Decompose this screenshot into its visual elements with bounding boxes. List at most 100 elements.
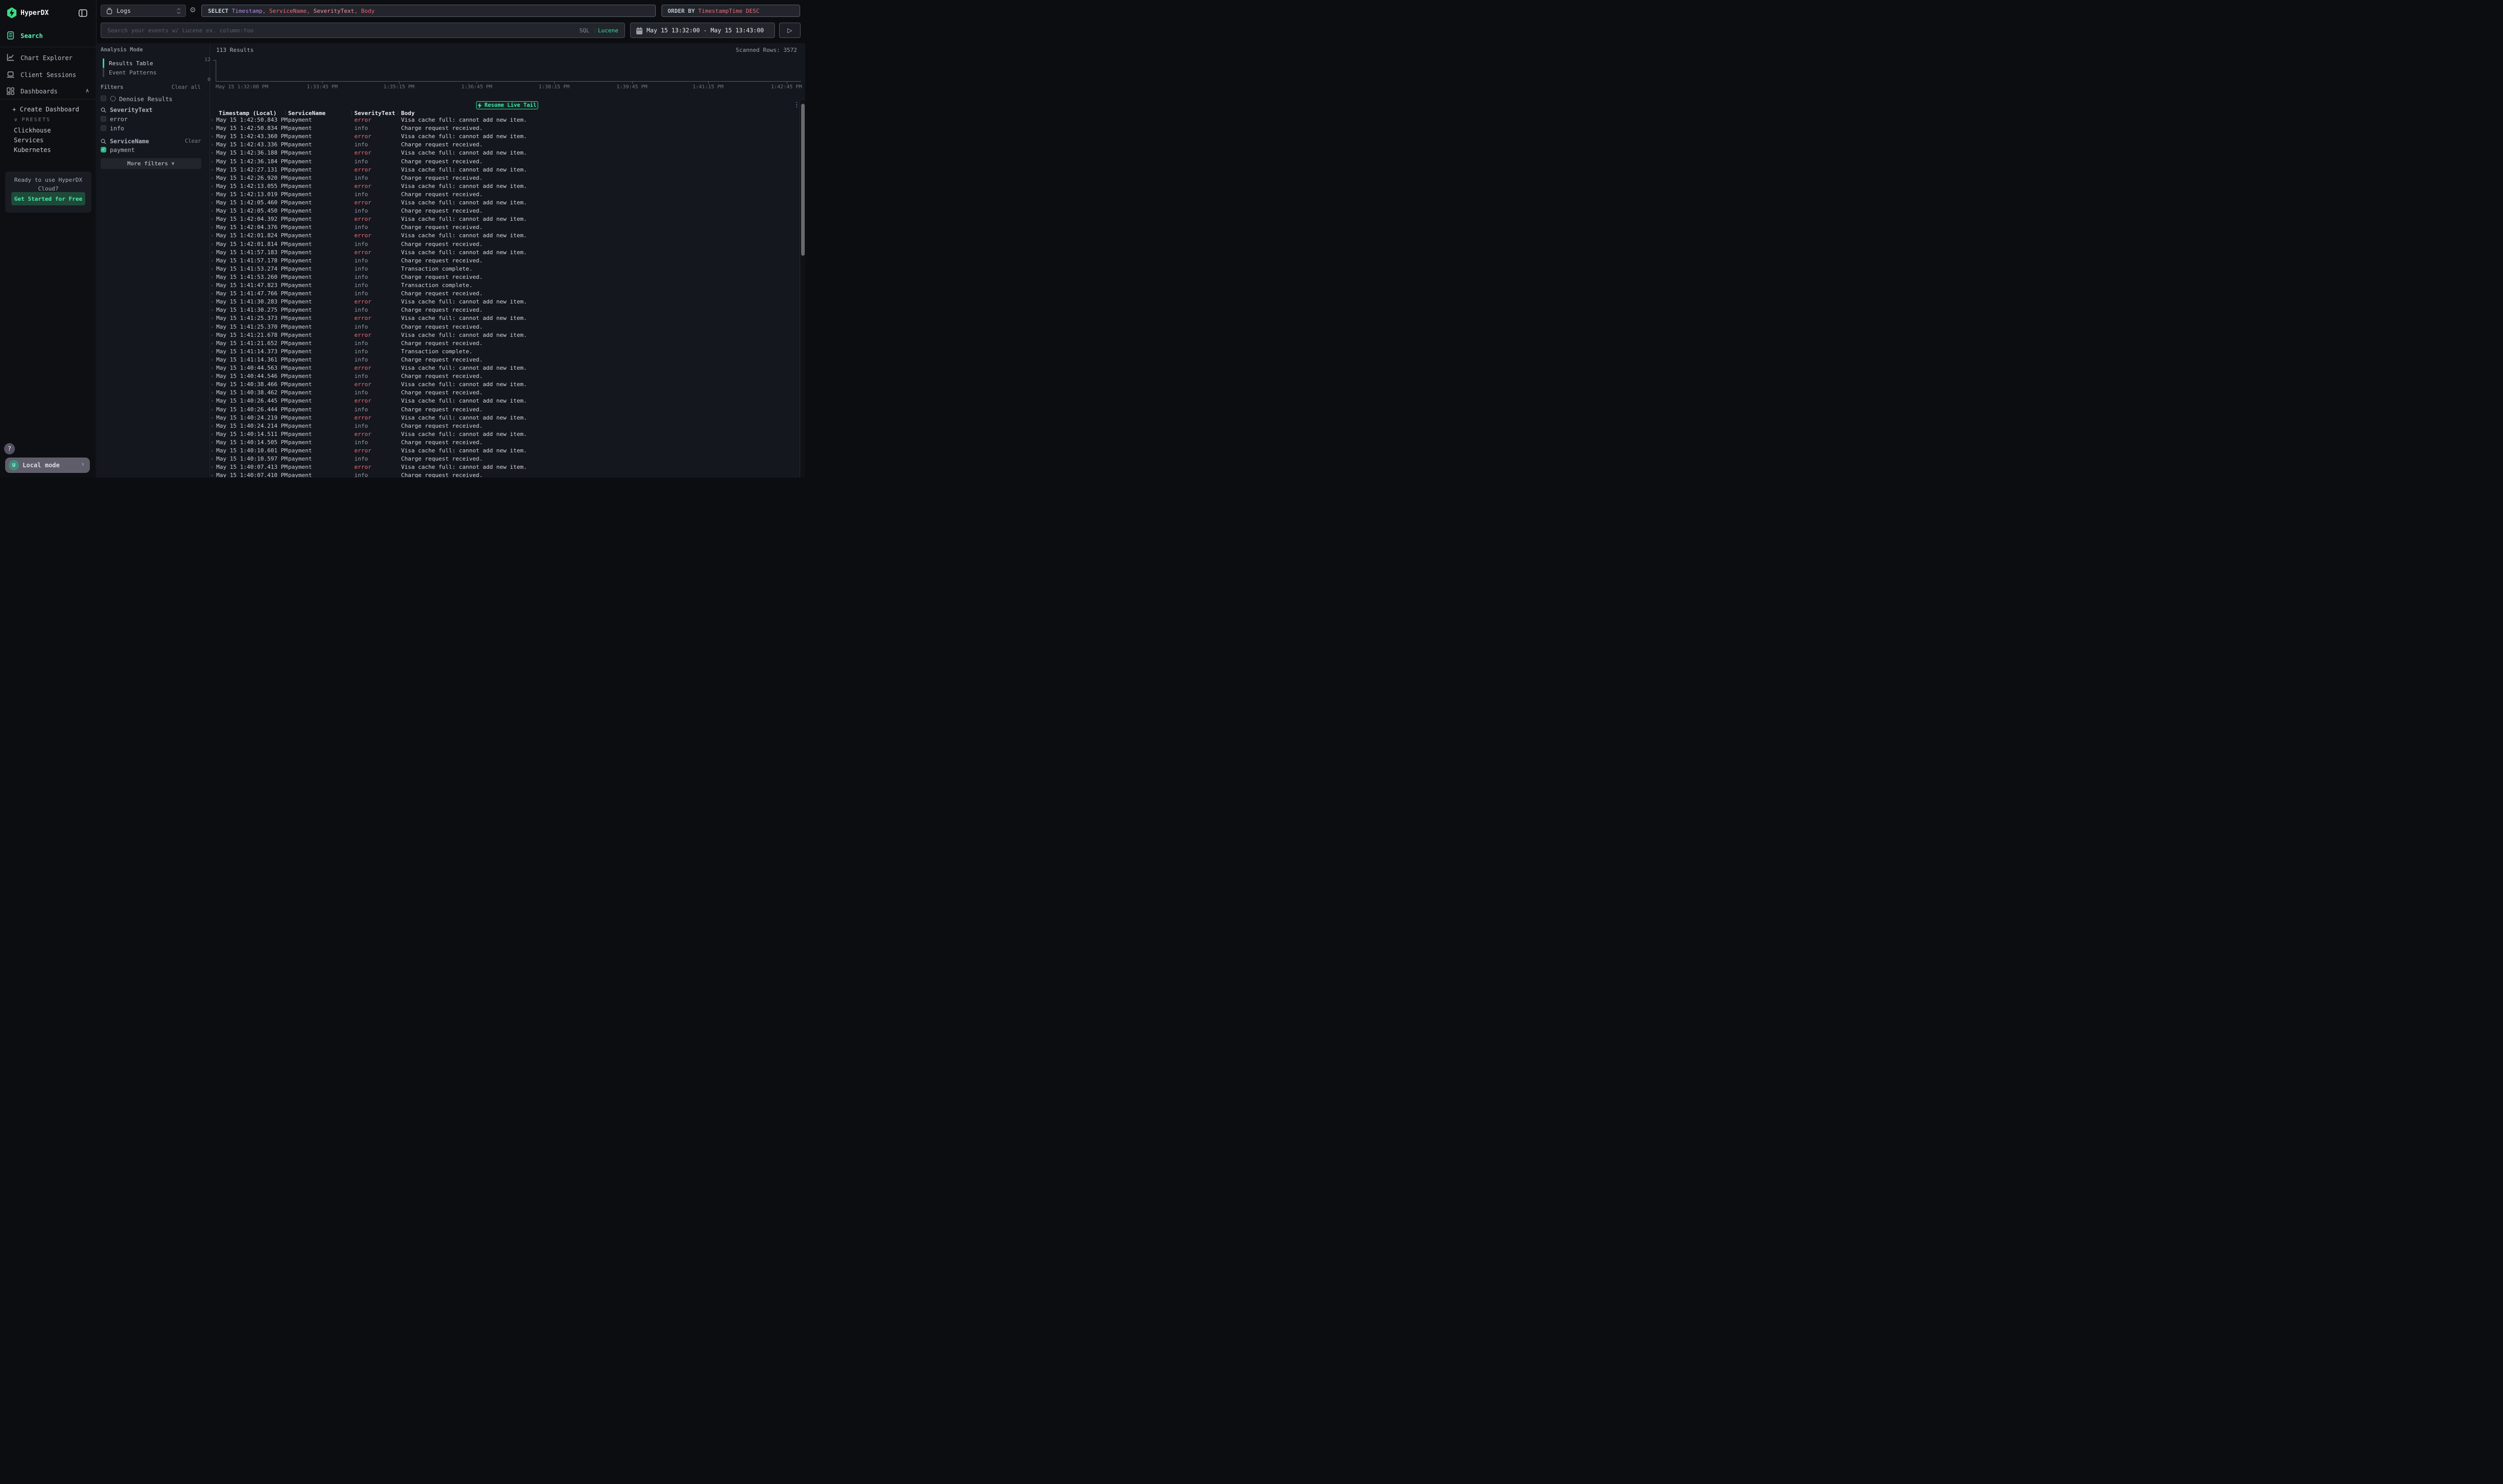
source-select[interactable]: Logs	[101, 5, 186, 17]
mode-event-patterns[interactable]: Event Patterns	[109, 69, 157, 76]
run-query-button[interactable]: ▷	[779, 23, 801, 38]
search-filter-icon[interactable]	[101, 139, 106, 144]
row-expand-chevron-icon[interactable]: ›	[211, 158, 213, 165]
row-expand-chevron-icon[interactable]: ›	[211, 117, 213, 123]
row-expand-chevron-icon[interactable]: ›	[211, 282, 213, 289]
column-separator[interactable]: ⋮	[283, 110, 288, 116]
filter-checkbox-error[interactable]	[101, 116, 106, 122]
table-row[interactable]: ›May 15 1:41:14.361 PMpaymentinfoCharge …	[210, 356, 800, 365]
row-expand-chevron-icon[interactable]: ›	[211, 125, 213, 131]
mode-results-table[interactable]: Results Table	[109, 60, 153, 67]
table-row[interactable]: ›May 15 1:42:04.376 PMpaymentinfoCharge …	[210, 224, 800, 232]
row-expand-chevron-icon[interactable]: ›	[211, 224, 213, 231]
sql-select-input[interactable]: SELECT Timestamp, ServiceName, SeverityT…	[201, 5, 656, 17]
row-expand-chevron-icon[interactable]: ›	[211, 348, 213, 355]
row-expand-chevron-icon[interactable]: ›	[211, 307, 213, 313]
row-expand-chevron-icon[interactable]: ›	[211, 191, 213, 198]
column-header-body[interactable]: Body	[401, 110, 415, 117]
resume-live-tail-button[interactable]: Resume Live Tail	[476, 101, 538, 109]
row-expand-chevron-icon[interactable]: ›	[211, 332, 213, 338]
table-row[interactable]: ›May 15 1:42:27.131 PMpaymenterrorVisa c…	[210, 166, 800, 175]
vertical-scrollbar[interactable]	[800, 101, 805, 478]
row-expand-chevron-icon[interactable]: ›	[211, 455, 213, 462]
presets-header[interactable]: ∨ PRESETS	[14, 117, 51, 123]
table-row[interactable]: ›May 15 1:42:36.188 PMpaymenterrorVisa c…	[210, 149, 800, 158]
table-row[interactable]: ›May 15 1:42:13.055 PMpaymenterrorVisa c…	[210, 183, 800, 191]
table-row[interactable]: ›May 15 1:42:05.450 PMpaymentinfoCharge …	[210, 207, 800, 216]
row-expand-chevron-icon[interactable]: ›	[211, 166, 213, 173]
time-range-input[interactable]: May 15 13:32:00 - May 15 13:43:00	[630, 23, 775, 38]
search-input[interactable]: Search your events w/ Lucene ex. column:…	[101, 23, 625, 38]
clear-servicename-link[interactable]: Clear	[185, 138, 201, 144]
table-row[interactable]: ›May 15 1:40:38.462 PMpaymentinfoCharge …	[210, 389, 800, 397]
table-row[interactable]: ›May 15 1:42:26.920 PMpaymentinfoCharge …	[210, 175, 800, 183]
table-row[interactable]: ›May 15 1:41:53.274 PMpaymentinfoTransac…	[210, 265, 800, 274]
row-expand-chevron-icon[interactable]: ›	[211, 298, 213, 305]
table-row[interactable]: ›May 15 1:41:30.283 PMpaymenterrorVisa c…	[210, 298, 800, 307]
row-expand-chevron-icon[interactable]: ›	[211, 423, 213, 429]
filter-checkbox-info[interactable]	[101, 125, 106, 131]
row-expand-chevron-icon[interactable]: ›	[211, 232, 213, 239]
row-expand-chevron-icon[interactable]: ›	[211, 216, 213, 222]
row-expand-chevron-icon[interactable]: ›	[211, 406, 213, 413]
table-row[interactable]: ›May 15 1:40:07.413 PMpaymenterrorVisa c…	[210, 464, 800, 472]
sidebar-item-dashboards[interactable]: Dashboards ∧	[0, 85, 97, 98]
row-expand-chevron-icon[interactable]: ›	[211, 397, 213, 404]
table-row[interactable]: ›May 15 1:42:13.019 PMpaymentinfoCharge …	[210, 191, 800, 199]
table-row[interactable]: ›May 15 1:41:53.260 PMpaymentinfoCharge …	[210, 274, 800, 282]
lucene-mode-toggle[interactable]: Lucene	[598, 27, 618, 34]
get-started-button[interactable]: Get Started for Free	[11, 192, 85, 205]
sidebar-item-chart-explorer[interactable]: Chart Explorer	[0, 51, 97, 65]
sidebar-item-search[interactable]: Search	[0, 30, 97, 44]
row-expand-chevron-icon[interactable]: ›	[211, 133, 213, 140]
table-row[interactable]: ›May 15 1:40:38.466 PMpaymenterrorVisa c…	[210, 381, 800, 389]
row-expand-chevron-icon[interactable]: ›	[211, 381, 213, 388]
table-row[interactable]: ›May 15 1:41:21.678 PMpaymenterrorVisa c…	[210, 332, 800, 340]
row-expand-chevron-icon[interactable]: ›	[211, 365, 213, 371]
row-expand-chevron-icon[interactable]: ›	[211, 199, 213, 206]
table-row[interactable]: ›May 15 1:41:47.823 PMpaymentinfoTransac…	[210, 282, 800, 290]
column-header-servicename[interactable]: ServiceName	[288, 110, 326, 117]
table-row[interactable]: ›May 15 1:42:36.184 PMpaymentinfoCharge …	[210, 158, 800, 166]
table-row[interactable]: ›May 15 1:41:47.766 PMpaymentinfoCharge …	[210, 290, 800, 298]
row-expand-chevron-icon[interactable]: ›	[211, 290, 213, 297]
table-row[interactable]: ›May 15 1:40:07.410 PMpaymentinfoCharge …	[210, 472, 800, 478]
row-expand-chevron-icon[interactable]: ›	[211, 356, 213, 363]
search-filter-icon[interactable]	[101, 107, 106, 113]
row-expand-chevron-icon[interactable]: ›	[211, 431, 213, 437]
table-row[interactable]: ›May 15 1:42:50.843 PMpaymenterrorVisa c…	[210, 117, 800, 125]
help-button[interactable]: ?	[4, 443, 15, 454]
table-row[interactable]: ›May 15 1:41:57.178 PMpaymentinfoCharge …	[210, 257, 800, 265]
gear-icon[interactable]: ⚙	[189, 6, 196, 14]
table-row[interactable]: ›May 15 1:42:05.460 PMpaymenterrorVisa c…	[210, 199, 800, 207]
local-mode-button[interactable]: U Local mode ›	[5, 458, 90, 473]
table-row[interactable]: ›May 15 1:42:43.360 PMpaymenterrorVisa c…	[210, 133, 800, 141]
row-expand-chevron-icon[interactable]: ›	[211, 439, 213, 446]
table-row[interactable]: ›May 15 1:40:10.597 PMpaymentinfoCharge …	[210, 455, 800, 464]
sidebar-collapse-icon[interactable]	[79, 9, 87, 17]
table-row[interactable]: ›May 15 1:42:50.834 PMpaymentinfoCharge …	[210, 125, 800, 133]
table-row[interactable]: ›May 15 1:40:26.445 PMpaymenterrorVisa c…	[210, 397, 800, 406]
row-expand-chevron-icon[interactable]: ›	[211, 447, 213, 454]
row-expand-chevron-icon[interactable]: ›	[211, 315, 213, 321]
row-expand-chevron-icon[interactable]: ›	[211, 274, 213, 280]
table-row[interactable]: ›May 15 1:41:25.373 PMpaymenterrorVisa c…	[210, 315, 800, 323]
table-row[interactable]: ›May 15 1:42:43.336 PMpaymentinfoCharge …	[210, 141, 800, 149]
table-row[interactable]: ›May 15 1:40:24.214 PMpaymentinfoCharge …	[210, 423, 800, 431]
table-row[interactable]: ›May 15 1:41:21.652 PMpaymentinfoCharge …	[210, 340, 800, 348]
filter-option-error[interactable]: error	[110, 116, 128, 123]
table-row[interactable]: ›May 15 1:40:26.444 PMpaymentinfoCharge …	[210, 406, 800, 414]
row-expand-chevron-icon[interactable]: ›	[211, 464, 213, 470]
order-by-input[interactable]: ORDER BY TimestampTime DESC	[661, 5, 800, 17]
table-row[interactable]: ›May 15 1:42:04.392 PMpaymenterrorVisa c…	[210, 216, 800, 224]
create-dashboard-link[interactable]: + Create Dashboard	[12, 106, 79, 113]
row-expand-chevron-icon[interactable]: ›	[211, 324, 213, 330]
row-expand-chevron-icon[interactable]: ›	[211, 472, 213, 478]
row-expand-chevron-icon[interactable]: ›	[211, 175, 213, 181]
row-expand-chevron-icon[interactable]: ›	[211, 340, 213, 347]
row-expand-chevron-icon[interactable]: ›	[211, 149, 213, 156]
column-separator[interactable]: ⋮	[395, 110, 401, 116]
table-row[interactable]: ›May 15 1:40:24.219 PMpaymenterrorVisa c…	[210, 414, 800, 423]
column-header-severitytext[interactable]: SeverityText	[354, 110, 395, 117]
table-row[interactable]: ›May 15 1:41:57.183 PMpaymenterrorVisa c…	[210, 249, 800, 257]
